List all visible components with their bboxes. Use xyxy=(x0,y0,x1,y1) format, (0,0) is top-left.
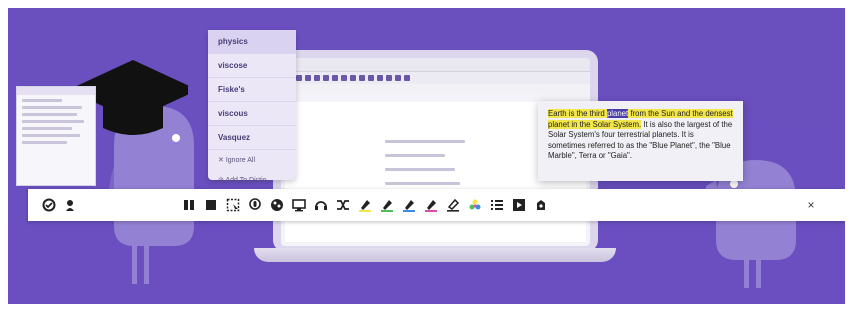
screen-mask-icon[interactable] xyxy=(222,194,244,216)
side-panel-left xyxy=(16,86,96,186)
window-chrome xyxy=(281,58,590,72)
close-icon: ✕ xyxy=(218,157,226,164)
suggestion-item[interactable]: physics xyxy=(208,30,296,54)
pause-icon[interactable] xyxy=(178,194,200,216)
stop-icon[interactable] xyxy=(200,194,222,216)
highlight-pink-icon[interactable] xyxy=(420,194,442,216)
highlighted-text: Earth is the third xyxy=(548,109,607,118)
highlight-yellow-icon[interactable] xyxy=(354,194,376,216)
speech-input-icon[interactable] xyxy=(244,194,266,216)
screenshot-reader-icon[interactable] xyxy=(288,194,310,216)
floating-toolbar: × xyxy=(28,189,845,221)
vocabulary-list-icon[interactable] xyxy=(486,194,508,216)
add-to-dictionary-button[interactable]: ⊘ Add To Dictio xyxy=(208,170,296,190)
laptop-base xyxy=(254,248,616,262)
highlight-blue-icon[interactable] xyxy=(398,194,420,216)
picture-dictionary-icon[interactable] xyxy=(266,194,288,216)
audio-maker-icon[interactable] xyxy=(310,194,332,216)
suggestion-item[interactable]: viscous xyxy=(208,102,296,126)
settings-icon[interactable] xyxy=(530,194,552,216)
clear-highlights-icon[interactable] xyxy=(442,194,464,216)
speak-icon[interactable] xyxy=(60,194,82,216)
selected-word[interactable]: planet xyxy=(606,109,629,118)
check-spelling-icon[interactable] xyxy=(38,194,60,216)
spelling-suggestions-menu: physics viscose Fiske's viscous Vasquez … xyxy=(208,30,296,184)
hero-banner: physics viscose Fiske's viscous Vasquez … xyxy=(8,8,845,304)
collect-highlights-icon[interactable] xyxy=(464,194,486,216)
translator-icon[interactable] xyxy=(332,194,354,216)
suggestion-item[interactable]: Fiske's xyxy=(208,78,296,102)
document-text-popover: Earth is the third planet from the Sun a… xyxy=(538,101,743,181)
close-toolbar-button[interactable]: × xyxy=(800,194,822,216)
suggestion-item[interactable]: viscose xyxy=(208,54,296,78)
suggestion-item[interactable]: Vasquez xyxy=(208,126,296,150)
video-icon[interactable] xyxy=(508,194,530,216)
mini-toolbar xyxy=(281,72,590,84)
ignore-all-button[interactable]: ✕ Ignore All xyxy=(208,150,296,170)
highlight-green-icon[interactable] xyxy=(376,194,398,216)
menu-row xyxy=(281,84,590,93)
